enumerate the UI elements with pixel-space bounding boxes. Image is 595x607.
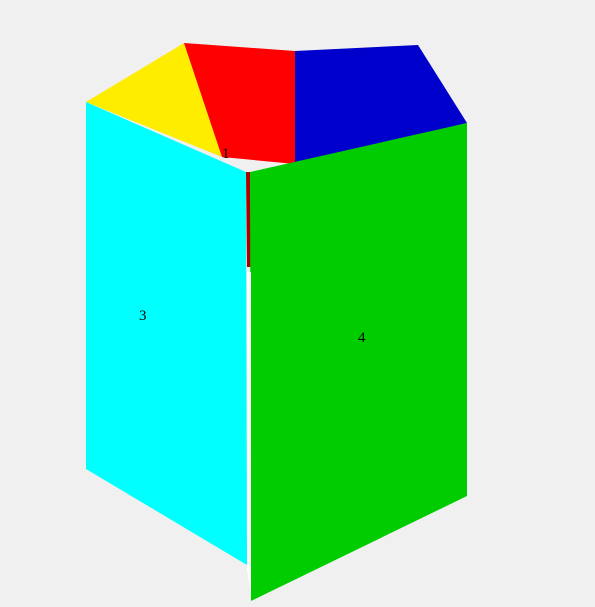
center-seam-white — [247, 272, 251, 595]
face-label-4: 4 — [358, 330, 366, 346]
hexagonal-prism-diagram: 1 3 4 — [0, 0, 595, 607]
face-label-1: 1 — [222, 146, 230, 162]
face-label-3: 3 — [139, 308, 147, 324]
